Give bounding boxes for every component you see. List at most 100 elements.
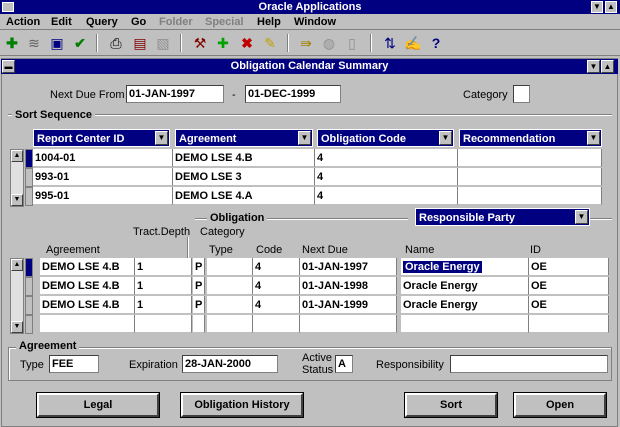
obl-cell-name[interactable]: Oracle Energy (401, 296, 529, 314)
sort-cell-report-center[interactable]: 995-01 (33, 187, 173, 205)
sort-scrollbar[interactable]: ▲ ▼ (10, 149, 24, 207)
scroll-up-icon[interactable]: ▲ (11, 150, 23, 162)
scroll-down-icon[interactable]: ▼ (11, 321, 23, 333)
sort-cell-report-center[interactable]: 993-01 (33, 168, 173, 186)
agreement-type-field[interactable]: FEE (49, 355, 99, 373)
obl-cell-type[interactable] (207, 258, 253, 276)
sort-cell-agreement[interactable]: DEMO LSE 3 (173, 168, 315, 186)
menu-window[interactable]: Window (294, 15, 336, 29)
obl-cell-next-due[interactable]: 01-JAN-1997 (300, 258, 397, 276)
edit-icon[interactable]: ✎ (260, 33, 280, 53)
obl-cell-category[interactable]: P (193, 258, 205, 276)
next-due-from-field[interactable]: 01-JAN-1997 (126, 85, 224, 103)
menu-go[interactable]: Go (131, 15, 146, 29)
sort-cell-recommendation[interactable] (458, 168, 602, 186)
menu-folder[interactable]: Folder (159, 15, 193, 29)
row-indicator[interactable] (25, 277, 33, 296)
obl-cell-id[interactable]: OE (529, 277, 609, 295)
obl-cell-type[interactable] (207, 296, 253, 314)
menu-query[interactable]: Query (86, 15, 118, 29)
chevron-down-icon[interactable]: ▼ (587, 131, 600, 145)
obl-cell-id[interactable]: OE (529, 296, 609, 314)
obl-cell-tract-depth[interactable]: 1 (135, 277, 192, 295)
accept-icon[interactable]: ✔ (70, 33, 90, 53)
new-icon[interactable]: ✚ (2, 33, 22, 53)
sort-header-obligation-code[interactable]: Obligation Code ▼ (317, 129, 454, 147)
save-icon[interactable]: ▣ (47, 33, 67, 53)
obl-cell-agreement[interactable]: DEMO LSE 4.B (40, 296, 135, 314)
find-icon[interactable]: ▤ (130, 33, 150, 53)
lov-icon[interactable]: ▧ (153, 33, 173, 53)
open-button[interactable]: Open (514, 393, 606, 417)
row-indicator[interactable] (25, 168, 33, 187)
obl-cell-agreement[interactable]: DEMO LSE 4.B (40, 277, 135, 295)
attachment-icon[interactable]: ▯ (342, 33, 362, 53)
maximize-icon[interactable]: ▲ (605, 1, 617, 13)
minimize-icon[interactable]: ▼ (591, 1, 603, 13)
obl-cell-id[interactable] (529, 315, 609, 333)
folder-tools-icon[interactable]: ⇅ (380, 33, 400, 53)
obl-cell-tract-depth[interactable]: 1 (135, 258, 192, 276)
row-indicator[interactable] (25, 149, 33, 168)
menu-action[interactable]: Action (6, 15, 40, 29)
edit-field-icon[interactable]: ✍ (403, 33, 423, 53)
obl-cell-next-due[interactable]: 01-JAN-1998 (300, 277, 397, 295)
obl-cell-next-due[interactable] (300, 315, 397, 333)
menu-help[interactable]: Help (257, 15, 281, 29)
obl-cell-category[interactable]: P (193, 296, 205, 314)
sort-cell-recommendation[interactable] (458, 187, 602, 205)
obligation-scrollbar[interactable]: ▲ ▼ (10, 258, 24, 334)
sort-cell-obligation-code[interactable]: 4 (315, 149, 458, 167)
responsibility-field[interactable] (450, 355, 608, 373)
obl-cell-code[interactable]: 4 (253, 277, 300, 295)
sort-header-report-center-id[interactable]: Report Center ID ▼ (33, 129, 170, 147)
sort-header-agreement[interactable]: Agreement ▼ (175, 129, 313, 147)
row-indicator[interactable] (25, 187, 33, 206)
responsible-party-dropdown[interactable]: Responsible Party ▼ (415, 208, 590, 226)
active-status-field[interactable]: A (335, 355, 353, 373)
obl-cell-tract-depth[interactable] (135, 315, 192, 333)
obl-cell-next-due[interactable]: 01-JAN-1999 (300, 296, 397, 314)
sort-cell-agreement[interactable]: DEMO LSE 4.A (173, 187, 315, 205)
print-icon[interactable]: ⎙ (106, 33, 126, 53)
menu-special[interactable]: Special (205, 15, 244, 29)
obligation-history-button[interactable]: Obligation History (181, 393, 303, 417)
category-field[interactable] (513, 85, 530, 103)
close-icon[interactable]: ⚒ (190, 33, 210, 53)
expiration-field[interactable]: 28-JAN-2000 (182, 355, 278, 373)
clear-icon[interactable]: ≋ (24, 33, 44, 53)
chevron-down-icon[interactable]: ▼ (155, 131, 168, 145)
row-indicator[interactable] (25, 315, 33, 334)
row-indicator[interactable] (25, 296, 33, 315)
chevron-down-icon[interactable]: ▼ (575, 210, 588, 224)
sort-cell-recommendation[interactable] (458, 149, 602, 167)
sort-cell-obligation-code[interactable]: 4 (315, 187, 458, 205)
sort-cell-agreement[interactable]: DEMO LSE 4.B (173, 149, 315, 167)
legal-button[interactable]: Legal (37, 393, 159, 417)
menu-edit[interactable]: Edit (51, 15, 72, 29)
zoom-icon[interactable]: ⇛ (296, 33, 316, 53)
obl-cell-code[interactable]: 4 (253, 296, 300, 314)
delete-icon[interactable]: ✖ (237, 33, 257, 53)
obl-cell-category[interactable] (193, 315, 205, 333)
sort-cell-report-center[interactable]: 1004-01 (33, 149, 173, 167)
window-maximize-icon[interactable]: ▲ (601, 60, 614, 73)
obl-cell-code[interactable]: 4 (253, 258, 300, 276)
obl-cell-name[interactable]: Oracle Energy (401, 277, 529, 295)
obl-cell-agreement[interactable]: DEMO LSE 4.B (40, 258, 135, 276)
obl-cell-code[interactable] (253, 315, 300, 333)
scroll-up-icon[interactable]: ▲ (11, 259, 23, 271)
chevron-down-icon[interactable]: ▼ (298, 131, 311, 145)
scroll-down-icon[interactable]: ▼ (11, 194, 23, 206)
obl-cell-name[interactable] (401, 315, 529, 333)
sort-cell-obligation-code[interactable]: 4 (315, 168, 458, 186)
world-icon[interactable]: ◍ (319, 33, 339, 53)
sort-button[interactable]: Sort (405, 393, 497, 417)
window-minimize-icon[interactable]: ▼ (587, 60, 600, 73)
help-icon[interactable]: ? (426, 33, 446, 53)
obl-cell-type[interactable] (207, 315, 253, 333)
obl-cell-type[interactable] (207, 277, 253, 295)
obl-cell-category[interactable]: P (193, 277, 205, 295)
row-indicator[interactable] (25, 258, 33, 277)
obl-cell-agreement[interactable] (40, 315, 135, 333)
